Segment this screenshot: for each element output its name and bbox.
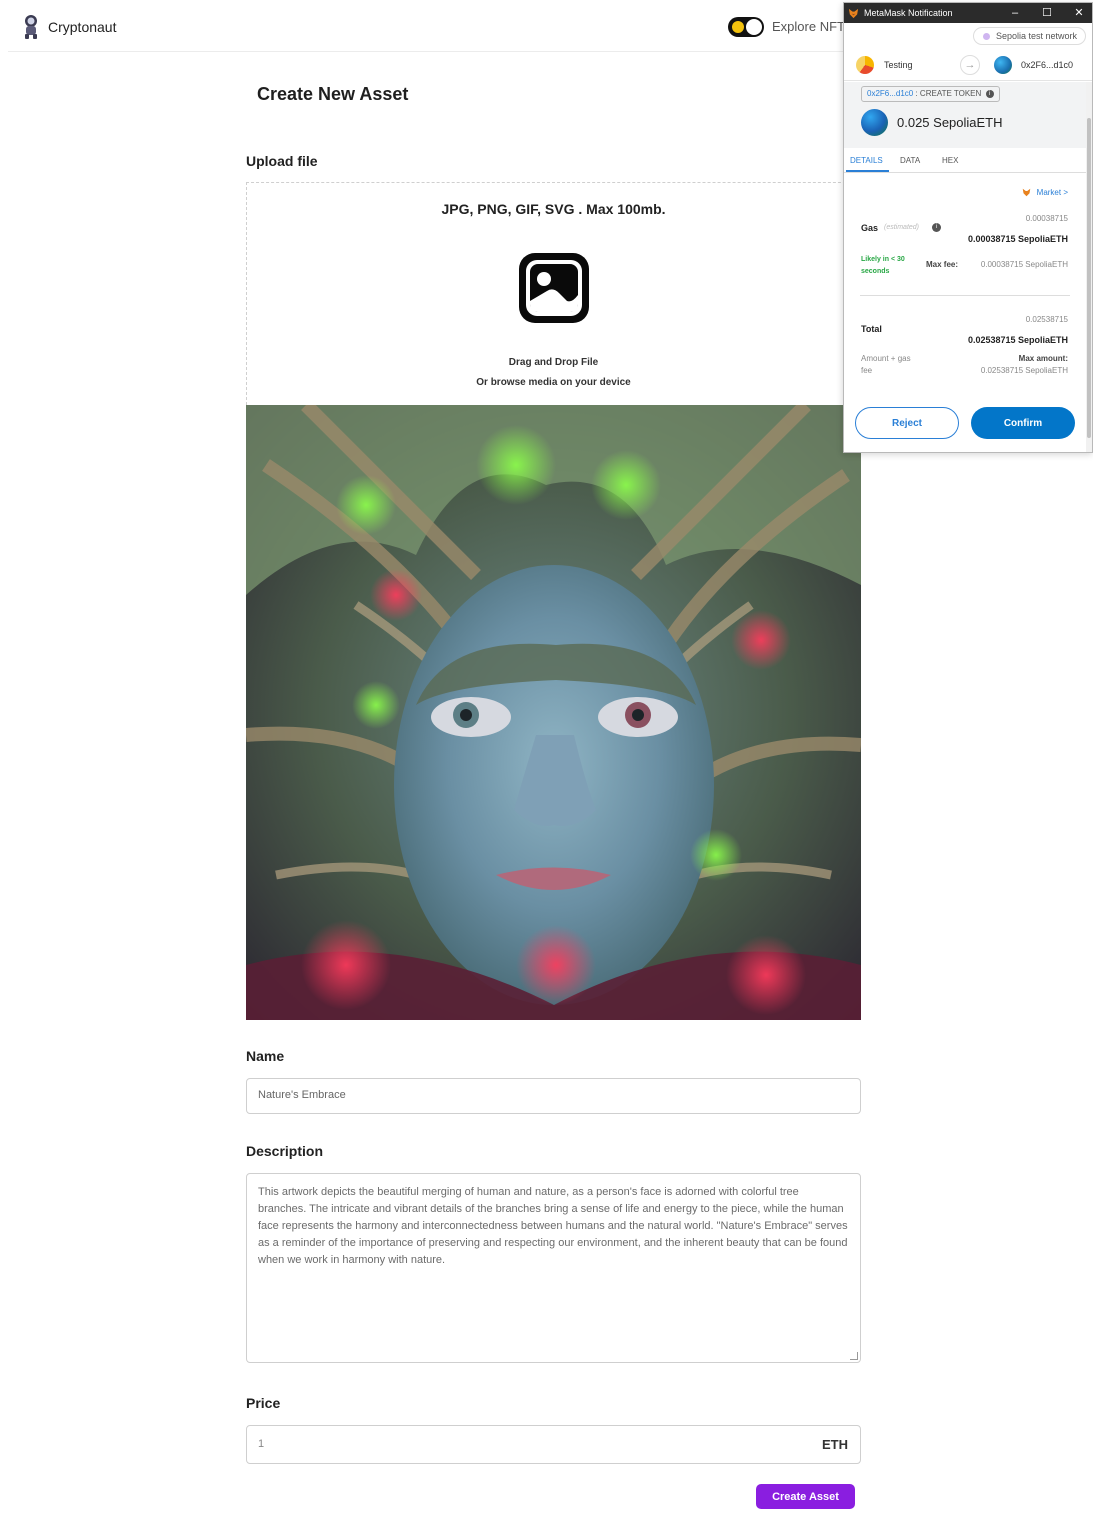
tab-data[interactable]: DATA [900,156,920,165]
transaction-amount: 0.025 SepoliaETH [897,115,1003,130]
market-link[interactable]: Market > [1022,188,1068,197]
upload-formats-text: JPG, PNG, GIF, SVG . Max 100mb. [441,201,666,217]
tab-hex[interactable]: HEX [942,156,958,165]
price-label: Price [246,1395,281,1411]
tab-details[interactable]: DETAILS [850,156,883,165]
total-value: 0.02538715 SepoliaETH [967,335,1068,345]
theme-toggle[interactable] [728,17,764,37]
price-input-value: 1 [258,1438,265,1450]
total-label: Total [861,324,882,334]
toggle-knob [746,19,762,35]
sun-icon [732,21,744,33]
close-icon[interactable]: ✕ [1072,6,1086,20]
metamask-window-title: MetaMask Notification [864,8,953,18]
metamask-title-bar: MetaMask Notification – ☐ ✕ [844,3,1092,23]
artwork-image [246,405,861,1020]
upload-file-label: Upload file [246,153,318,169]
metamask-tab-bar: DETAILS DATA HEX [844,149,1088,173]
create-asset-button[interactable]: Create Asset [756,1484,855,1509]
total-sub-line1: Amount + gas [861,354,911,363]
name-input[interactable]: Nature's Embrace [246,1078,861,1114]
likely-time-line2: seconds [861,268,890,275]
total-sub-line2: fee [861,366,873,375]
description-label: Description [246,1143,324,1159]
image-upload-icon [519,253,589,323]
file-dropzone[interactable]: JPG, PNG, GIF, SVG . Max 100mb. Drag and… [246,182,861,405]
from-account-name[interactable]: Testing [884,60,913,70]
name-label: Name [246,1048,285,1064]
explore-nfts-link[interactable]: Explore NFTs [772,19,850,34]
contract-method-badge[interactable]: 0x2F6...d1c0 : CREATE TOKEN i [861,86,1000,102]
resize-handle-icon[interactable] [850,1352,858,1360]
destination-avatar-icon [994,56,1012,74]
minimize-icon[interactable]: – [1008,6,1022,20]
metamask-fox-icon [848,8,859,18]
info-icon[interactable]: i [985,89,994,98]
method-name: : CREATE TOKEN [915,89,982,98]
scrollbar-thumb[interactable] [1087,118,1091,438]
maximize-icon[interactable]: ☐ [1040,6,1054,20]
gas-info-icon[interactable]: i [932,223,941,232]
drag-drop-text: Drag and Drop File [508,357,599,368]
name-input-value: Nature's Embrace [258,1089,346,1101]
brand-name: Cryptonaut [48,19,117,35]
network-badge[interactable]: Sepolia test network [972,27,1086,45]
network-dot-icon [982,33,990,40]
confirm-button[interactable]: Confirm [971,407,1075,439]
page-title: Create New Asset [257,84,409,104]
metamask-scrollbar[interactable] [1086,82,1092,452]
price-input[interactable]: 1 ETH [246,1425,861,1464]
eth-token-icon [861,109,888,136]
details-divider [860,295,1070,296]
reject-button[interactable]: Reject [855,407,959,439]
total-small-value: 0.02538715 [1025,315,1068,324]
network-name: Sepolia test network [995,31,1077,41]
market-fox-icon [1023,189,1031,197]
max-amount-value: 0.02538715 SepoliaETH [980,366,1068,375]
arrow-right-icon: → [960,55,980,75]
max-fee-value: 0.00038715 SepoliaETH [980,260,1068,269]
max-amount-label: Max amount: [1018,354,1068,363]
gas-small-value: 0.00038715 [1025,214,1068,223]
to-address[interactable]: 0x2F6...d1c0 [1021,60,1073,70]
gas-label: Gas [861,223,879,233]
astronaut-icon [25,15,37,39]
account-avatar-icon [856,56,874,74]
active-tab-indicator [846,170,889,172]
gas-estimated-label: (estimated) [884,224,920,231]
gas-value: 0.00038715 SepoliaETH [967,234,1068,244]
max-fee-label: Max fee: [926,260,959,269]
brand-logo[interactable]: Cryptonaut [22,14,116,40]
contract-address[interactable]: 0x2F6...d1c0 [867,89,913,98]
metamask-notification-window: MetaMask Notification – ☐ ✕ Sepolia test… [843,2,1093,453]
account-transfer-row: Testing → 0x2F6...d1c0 [844,51,1092,81]
description-textarea[interactable]: This artwork depicts the beautiful mergi… [246,1173,861,1363]
browse-media-text[interactable]: Or browse media on your device [247,377,860,388]
likely-time-line1: Likely in < 30 [861,256,905,263]
description-value: This artwork depicts the beautiful mergi… [258,1186,848,1266]
price-unit: ETH [822,1437,848,1452]
uploaded-artwork-preview [246,405,861,1020]
market-label: Market > [1036,188,1068,197]
